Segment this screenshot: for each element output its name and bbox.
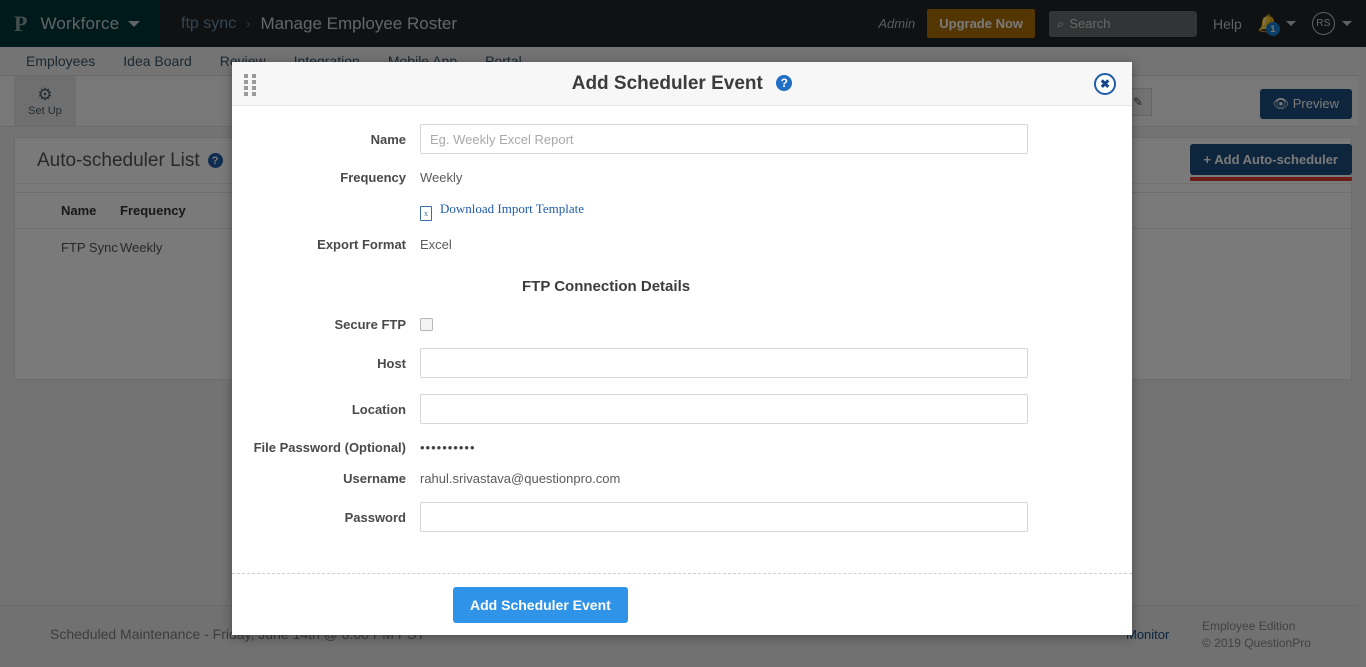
password-label: Password [344, 509, 406, 525]
app-root: P Workforce ftp sync › Manage Employee R… [0, 0, 1366, 667]
field-row-file-password: File Password (Optional) •••••••••• [232, 440, 1092, 455]
export-format-value[interactable]: Excel [420, 237, 452, 252]
host-label: Host [377, 355, 406, 371]
field-row-secure-ftp: Secure FTP [232, 317, 1092, 332]
excel-file-icon: x [420, 206, 432, 221]
help-icon[interactable]: ? [776, 74, 793, 91]
field-row-password: Password [232, 502, 1092, 532]
host-input[interactable] [420, 348, 1028, 378]
export-format-label: Export Format [317, 237, 406, 252]
name-input[interactable] [420, 124, 1028, 154]
ftp-connection-details-heading: FTP Connection Details [522, 278, 691, 295]
username-value[interactable]: rahul.srivastava@questionpro.com [420, 471, 620, 486]
name-label: Name [370, 131, 406, 147]
grip-dots-icon[interactable] [244, 74, 258, 96]
download-import-template-label: Download Import Template [440, 201, 584, 216]
field-row-download-template: x Download Import Template [232, 201, 1092, 221]
field-row-name: Name [232, 124, 1092, 154]
download-import-template-link[interactable]: x Download Import Template [420, 201, 584, 221]
add-scheduler-event-dialog: Add Scheduler Event ? ✖ Name Frequency W… [232, 62, 1132, 635]
password-input[interactable] [420, 502, 1028, 532]
field-row-username: Username rahul.srivastava@questionpro.co… [232, 471, 1092, 486]
field-row-location: Location [232, 394, 1092, 424]
close-icon[interactable]: ✖ [1094, 73, 1116, 95]
secure-ftp-label: Secure FTP [334, 317, 406, 332]
dialog-body: Name Frequency Weekly x Download Import T… [232, 106, 1132, 573]
username-label: Username [343, 471, 406, 486]
secure-ftp-checkbox[interactable] [420, 318, 433, 331]
file-password-label: File Password (Optional) [253, 440, 406, 455]
submit-add-scheduler-event-button[interactable]: Add Scheduler Event [453, 586, 628, 623]
location-input[interactable] [420, 394, 1028, 424]
location-label: Location [351, 401, 406, 417]
dialog-header: Add Scheduler Event ? ✖ [232, 62, 1132, 106]
dialog-title: Add Scheduler Event [571, 72, 763, 94]
field-row-host: Host [232, 348, 1092, 378]
file-password-value[interactable]: •••••••••• [420, 440, 476, 455]
frequency-value[interactable]: Weekly [420, 170, 462, 185]
field-row-frequency: Frequency Weekly [232, 170, 1092, 185]
frequency-label: Frequency [340, 170, 406, 185]
dialog-footer: Add Scheduler Event [232, 573, 1132, 635]
dialog-title-wrap: Add Scheduler Event ? [572, 73, 793, 95]
field-row-export-format: Export Format Excel [232, 237, 1092, 252]
